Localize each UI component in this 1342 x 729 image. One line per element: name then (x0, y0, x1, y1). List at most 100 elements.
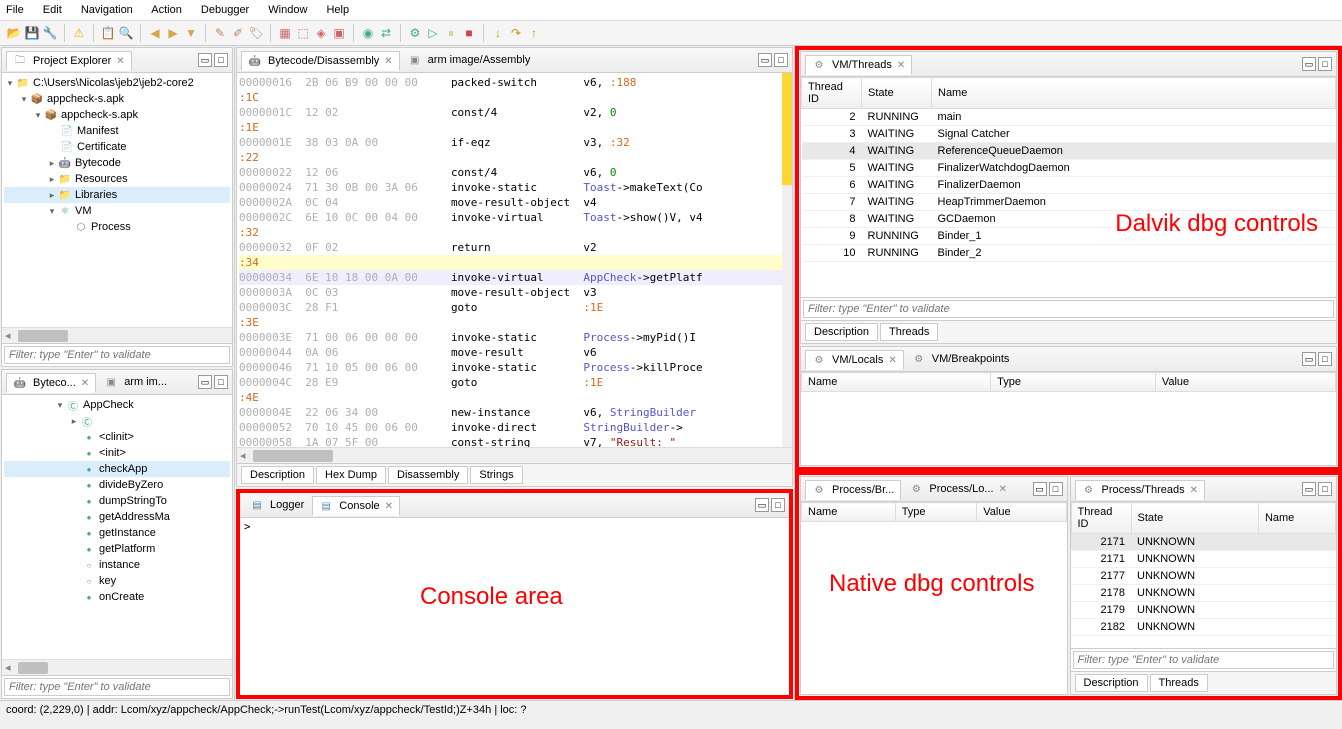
down-icon[interactable]: ▼ (183, 25, 199, 41)
close-icon[interactable]: ✕ (81, 378, 89, 389)
maximize-icon[interactable]: □ (771, 498, 785, 512)
scroll-marker[interactable] (782, 73, 792, 447)
note-icon[interactable]: ✐ (230, 25, 246, 41)
tab-arm[interactable]: ▣arm im... (98, 373, 173, 391)
vm-threads-table[interactable]: Thread IDStateName2RUNNINGmain3WAITINGSi… (801, 77, 1336, 297)
close-icon[interactable]: ✕ (999, 484, 1007, 495)
struct-icon[interactable]: ▣ (331, 25, 347, 41)
menu-help[interactable]: Help (326, 4, 349, 16)
minimize-icon[interactable]: ▭ (198, 53, 212, 67)
vm-icon: ⚛ (58, 204, 72, 218)
copy-icon[interactable]: 📋 (100, 25, 116, 41)
tab-logger[interactable]: ▤Logger (244, 496, 310, 514)
dbg-run-icon[interactable]: ▷ (425, 25, 441, 41)
tab-proc-threads[interactable]: ⚙Process/Threads✕ (1075, 480, 1206, 500)
maximize-icon[interactable]: □ (214, 53, 228, 67)
btab-hexdump[interactable]: Hex Dump (316, 466, 386, 484)
tab-vm-threads[interactable]: ⚙VM/Threads✕ (805, 55, 912, 75)
tab-arm-asm[interactable]: ▣arm image/Assembly (402, 51, 537, 69)
tab-disassembly[interactable]: 🤖Bytecode/Disassembly✕ (241, 51, 400, 71)
minimize-icon[interactable]: ▭ (198, 375, 212, 389)
filter-input[interactable] (1073, 651, 1335, 669)
menu-navigation[interactable]: Navigation (81, 4, 133, 16)
close-icon[interactable]: ✕ (385, 501, 393, 512)
parse-icon[interactable]: ◉ (360, 25, 376, 41)
minimize-icon[interactable]: ▭ (1302, 352, 1316, 366)
maximize-icon[interactable]: □ (1049, 482, 1063, 496)
vm-locals-table[interactable]: NameTypeValue (801, 372, 1336, 465)
maximize-icon[interactable]: □ (774, 53, 788, 67)
col-type[interactable]: Type (895, 503, 977, 522)
dbg-attach-icon[interactable]: ⚙ (407, 25, 423, 41)
disassembly-body[interactable]: 00000016 2B 06 B9 00 00 00 packed-switch… (237, 73, 792, 447)
filter-input[interactable] (4, 346, 230, 364)
fwd-icon[interactable]: ▶ (165, 25, 181, 41)
find-icon[interactable]: 🔍 (118, 25, 134, 41)
btab-description[interactable]: Description (241, 466, 314, 484)
scrollbar[interactable]: ◂ (2, 327, 232, 343)
minimize-icon[interactable]: ▭ (1033, 482, 1047, 496)
dbg-pause-icon[interactable]: ⏸ (443, 25, 459, 41)
maximize-icon[interactable]: □ (1318, 482, 1332, 496)
save-icon[interactable]: 💾 (24, 25, 40, 41)
btab-threads[interactable]: Threads (1150, 674, 1208, 692)
proc-br-table[interactable]: NameTypeValue (801, 502, 1067, 694)
minimize-icon[interactable]: ▭ (755, 498, 769, 512)
proc-threads-table[interactable]: Thread IDStateName2171UNKNOWN2171UNKNOWN… (1071, 502, 1337, 648)
tab-vm-locals[interactable]: ⚙VM/Locals✕ (805, 350, 904, 370)
col-type[interactable]: Type (991, 373, 1156, 392)
minimize-icon[interactable]: ▭ (758, 53, 772, 67)
col-name[interactable]: Name (802, 373, 991, 392)
btab-strings[interactable]: Strings (470, 466, 522, 484)
project-explorer-tab[interactable]: 🗀 Project Explorer ✕ (6, 51, 132, 71)
filter-input[interactable] (803, 300, 1334, 318)
maximize-icon[interactable]: □ (1318, 57, 1332, 71)
outline-tree[interactable]: ▾ⒸAppCheck ▸Ⓒ ●<clinit> ●<init> ●checkAp… (2, 395, 232, 659)
back-icon[interactable]: ◀ (147, 25, 163, 41)
tag-icon[interactable]: 🏷 (248, 25, 264, 41)
menu-edit[interactable]: Edit (43, 4, 62, 16)
tab-proc-br[interactable]: ⚙Process/Br... (805, 480, 901, 500)
minimize-icon[interactable]: ▭ (1302, 482, 1316, 496)
console-body[interactable]: > (240, 518, 789, 695)
menu-debugger[interactable]: Debugger (201, 4, 249, 16)
menu-window[interactable]: Window (268, 4, 307, 16)
scrollbar[interactable]: ◂ (237, 447, 792, 463)
filter-input[interactable] (4, 678, 230, 696)
pen-icon[interactable]: ✎ (212, 25, 228, 41)
btab-description[interactable]: Description (805, 323, 878, 341)
tab-console[interactable]: ▤Console✕ (312, 496, 400, 516)
tab-vm-breakpoints[interactable]: ⚙VM/Breakpoints (906, 350, 1016, 368)
dbg-stepinto-icon[interactable]: ↓ (490, 25, 506, 41)
close-icon[interactable]: ✕ (116, 56, 124, 67)
warn-icon[interactable]: ⚠ (71, 25, 87, 41)
scrollbar[interactable]: ◂ (2, 659, 232, 675)
close-icon[interactable]: ✕ (384, 56, 392, 67)
open-icon[interactable]: 📂 (6, 25, 22, 41)
type-icon[interactable]: ◈ (313, 25, 329, 41)
tab-proc-lo[interactable]: ⚙Process/Lo...✕ (903, 480, 1013, 498)
decomp-icon[interactable]: ⇄ (378, 25, 394, 41)
dbg-stepout-icon[interactable]: ↑ (526, 25, 542, 41)
col-value[interactable]: Value (1155, 373, 1335, 392)
dbg-stepover-icon[interactable]: ↷ (508, 25, 524, 41)
grid-icon[interactable]: ▦ (277, 25, 293, 41)
close-icon[interactable]: ✕ (897, 60, 905, 71)
col-value[interactable]: Value (977, 503, 1066, 522)
tab-bytecode[interactable]: 🤖Byteco...✕ (6, 373, 96, 393)
maximize-icon[interactable]: □ (1318, 352, 1332, 366)
close-icon[interactable]: ✕ (1190, 485, 1198, 496)
col-name[interactable]: Name (802, 503, 896, 522)
btab-threads[interactable]: Threads (880, 323, 938, 341)
dbg-stop-icon[interactable]: ■ (461, 25, 477, 41)
close-icon[interactable]: ✕ (888, 355, 896, 366)
menu-file[interactable]: File (6, 4, 24, 16)
menu-action[interactable]: Action (151, 4, 182, 16)
btab-disassembly[interactable]: Disassembly (388, 466, 468, 484)
btab-description[interactable]: Description (1075, 674, 1148, 692)
wrench-icon[interactable]: 🔧 (42, 25, 58, 41)
xref-icon[interactable]: ⬚ (295, 25, 311, 41)
project-tree[interactable]: ▾📁C:\Users\Nicolas\jeb2\jeb2-core2 ▾📦app… (2, 73, 232, 327)
minimize-icon[interactable]: ▭ (1302, 57, 1316, 71)
maximize-icon[interactable]: □ (214, 375, 228, 389)
